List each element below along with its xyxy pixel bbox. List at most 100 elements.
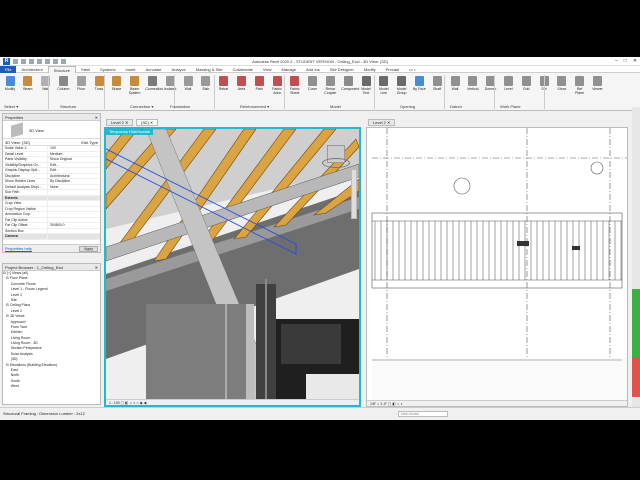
tab-level-2[interactable]: Level 2 ✕: [106, 119, 134, 126]
project-browser-item[interactable]: West: [3, 384, 100, 389]
property-value[interactable]: By Discipline: [47, 179, 100, 184]
view-control-bar[interactable]: 1 : 100 ▢ ◧ ☼ ◐ ⌂ ◉ ◀: [106, 399, 359, 405]
screen: R Autodesk Revit 2020.2 - STUDENT VERSIO…: [0, 0, 640, 480]
property-value[interactable]: Show Original: [47, 157, 100, 162]
property-value[interactable]: [47, 206, 100, 211]
property-value[interactable]: [47, 190, 100, 195]
ribbon-tab-insert[interactable]: Insert: [121, 66, 141, 73]
close-button[interactable]: ✕: [633, 58, 637, 64]
component-button[interactable]: Component: [341, 76, 359, 91]
fabric-sheet-button[interactable]: Fabric Sheet: [288, 76, 302, 95]
navigation-bar[interactable]: [351, 169, 357, 219]
ribbon-tab-add-ins[interactable]: Add-Ins: [301, 66, 325, 73]
ribbon-tab-view[interactable]: View: [258, 66, 277, 73]
ribbon-tab-collaborate[interactable]: Collaborate: [227, 66, 257, 73]
rebar-button[interactable]: Rebar: [217, 76, 231, 91]
level-button[interactable]: Level: [501, 76, 515, 91]
property-value[interactable]: Edit...: [47, 162, 100, 167]
modify-button[interactable]: Modify: [3, 76, 17, 91]
properties-section[interactable]: Camera: [3, 234, 100, 240]
minimize-button[interactable]: –: [615, 58, 618, 64]
wall-button[interactable]: Wall: [39, 76, 53, 91]
area-button[interactable]: Area: [234, 76, 248, 91]
property-value[interactable]: [47, 217, 100, 222]
viewcube-compass[interactable]: [322, 158, 350, 168]
property-value[interactable]: [47, 195, 100, 200]
property-value[interactable]: None: [47, 184, 100, 189]
maximize-button[interactable]: □: [624, 58, 627, 64]
type-selector[interactable]: 3D View: [3, 121, 100, 139]
area-icon: [236, 76, 246, 86]
ribbon-tab-site-designer[interactable]: Site Designer: [325, 66, 359, 73]
tab-level-2-plan[interactable]: Level 2 ✕: [368, 119, 396, 126]
ribbon-tab-systems[interactable]: Systems: [95, 66, 120, 73]
ref-plane-button[interactable]: Ref Plane: [573, 76, 587, 95]
beam-button[interactable]: Beam: [21, 76, 35, 91]
ribbon-tab-analyze[interactable]: Analyze: [167, 66, 191, 73]
model-text-button[interactable]: Model Text: [359, 76, 373, 95]
property-value[interactable]: [47, 212, 100, 217]
floor-button[interactable]: Floor: [74, 76, 88, 91]
dormer-button[interactable]: Dormer: [484, 76, 498, 91]
show-button[interactable]: Show: [555, 76, 569, 91]
plan-view-canvas[interactable]: 1/8" = 1'-0" ▢ ◧ ☼ ◐: [366, 127, 628, 407]
model-group-button[interactable]: Model Group: [395, 76, 409, 95]
connection-button[interactable]: Connection: [145, 76, 163, 91]
rebar-coupler-button[interactable]: Rebar Coupler: [323, 76, 337, 95]
3d-view-icon: [11, 122, 23, 138]
tab-3d-view[interactable]: {3D} ✕: [136, 119, 159, 126]
instance-selector[interactable]: 3D View: {3D} Edit Type: [3, 139, 100, 146]
3d-view-canvas[interactable]: Temporary Hide/Isolate 1 : 100 ▢ ◧ ☼ ◐ ⌂…: [104, 127, 361, 407]
ribbon-tab-annotate[interactable]: Annotate: [141, 66, 167, 73]
ribbon-group-separator: [214, 75, 215, 109]
cover-button[interactable]: Cover: [306, 76, 320, 91]
ribbon-tab-modify[interactable]: Modify: [359, 66, 381, 73]
apply-button[interactable]: Apply: [79, 246, 98, 252]
properties-palette: Properties ✕ 3D View 3D View: {3D} Edit …: [2, 113, 101, 253]
wall-button[interactable]: Wall: [181, 76, 195, 91]
shaft-icon: [432, 76, 442, 86]
wall-button[interactable]: Wall: [448, 76, 462, 91]
vertical-button[interactable]: Vertical: [466, 76, 480, 91]
property-value[interactable]: Edit...: [47, 168, 100, 173]
ribbon-tab-[interactable]: ▭ •: [404, 66, 420, 73]
plan-view-control-bar[interactable]: 1/8" = 1'-0" ▢ ◧ ☼ ◐: [367, 400, 627, 406]
edit-type-button[interactable]: Edit Type: [81, 139, 98, 146]
close-icon[interactable]: ✕: [95, 264, 98, 271]
ribbon-tab-architecture[interactable]: Architecture: [16, 66, 47, 73]
close-icon[interactable]: ✕: [95, 114, 98, 121]
slab-button[interactable]: Slab: [199, 76, 213, 91]
ribbon-tab-steel[interactable]: Steel: [76, 66, 95, 73]
by-face-button[interactable]: By Face: [412, 76, 426, 91]
property-value[interactable]: [47, 234, 100, 239]
properties-help-link[interactable]: Properties help: [5, 246, 32, 251]
ribbon-tab-precast[interactable]: Precast: [381, 66, 405, 73]
ribbon-tab-structure[interactable]: Structure: [47, 65, 77, 73]
property-value[interactable]: [47, 228, 100, 233]
property-value[interactable]: [47, 201, 100, 206]
ribbon-group-label: Work Plane: [500, 104, 521, 109]
beam-system-button[interactable]: Beam System: [128, 76, 142, 95]
column-button[interactable]: Column: [56, 76, 70, 91]
property-value[interactable]: Medium: [47, 151, 100, 156]
viewcube-icon[interactable]: [322, 145, 350, 168]
ribbon-tab-manage[interactable]: Manage: [277, 66, 301, 73]
fabric-area-button[interactable]: Fabric Area: [270, 76, 284, 95]
property-value[interactable]: 100: [47, 146, 100, 151]
ribbon-tab-file[interactable]: File: [0, 65, 17, 73]
shaft-button[interactable]: Shaft: [430, 76, 444, 91]
property-value[interactable]: Architectural: [47, 173, 100, 178]
viewer-icon: [592, 76, 602, 86]
grid-button[interactable]: Grid: [519, 76, 533, 91]
isolated-button[interactable]: Isolated: [163, 76, 177, 91]
path-button[interactable]: Path: [252, 76, 266, 91]
brace-button[interactable]: Brace: [110, 76, 124, 91]
property-value[interactable]: 304800.0: [47, 223, 100, 228]
ribbon-tab-massing-site[interactable]: Massing & Site: [191, 66, 228, 73]
main-model-selector[interactable]: Main Model: [398, 411, 448, 417]
model-line-button[interactable]: Model Line: [377, 76, 391, 95]
project-browser-header: Project Browser - 1_Ceiling_Excl ✕: [3, 264, 100, 271]
ribbon-button-label: Fabric Area: [272, 87, 282, 95]
viewer-button[interactable]: Viewer: [590, 76, 604, 91]
property-name: Section Box: [5, 228, 24, 233]
